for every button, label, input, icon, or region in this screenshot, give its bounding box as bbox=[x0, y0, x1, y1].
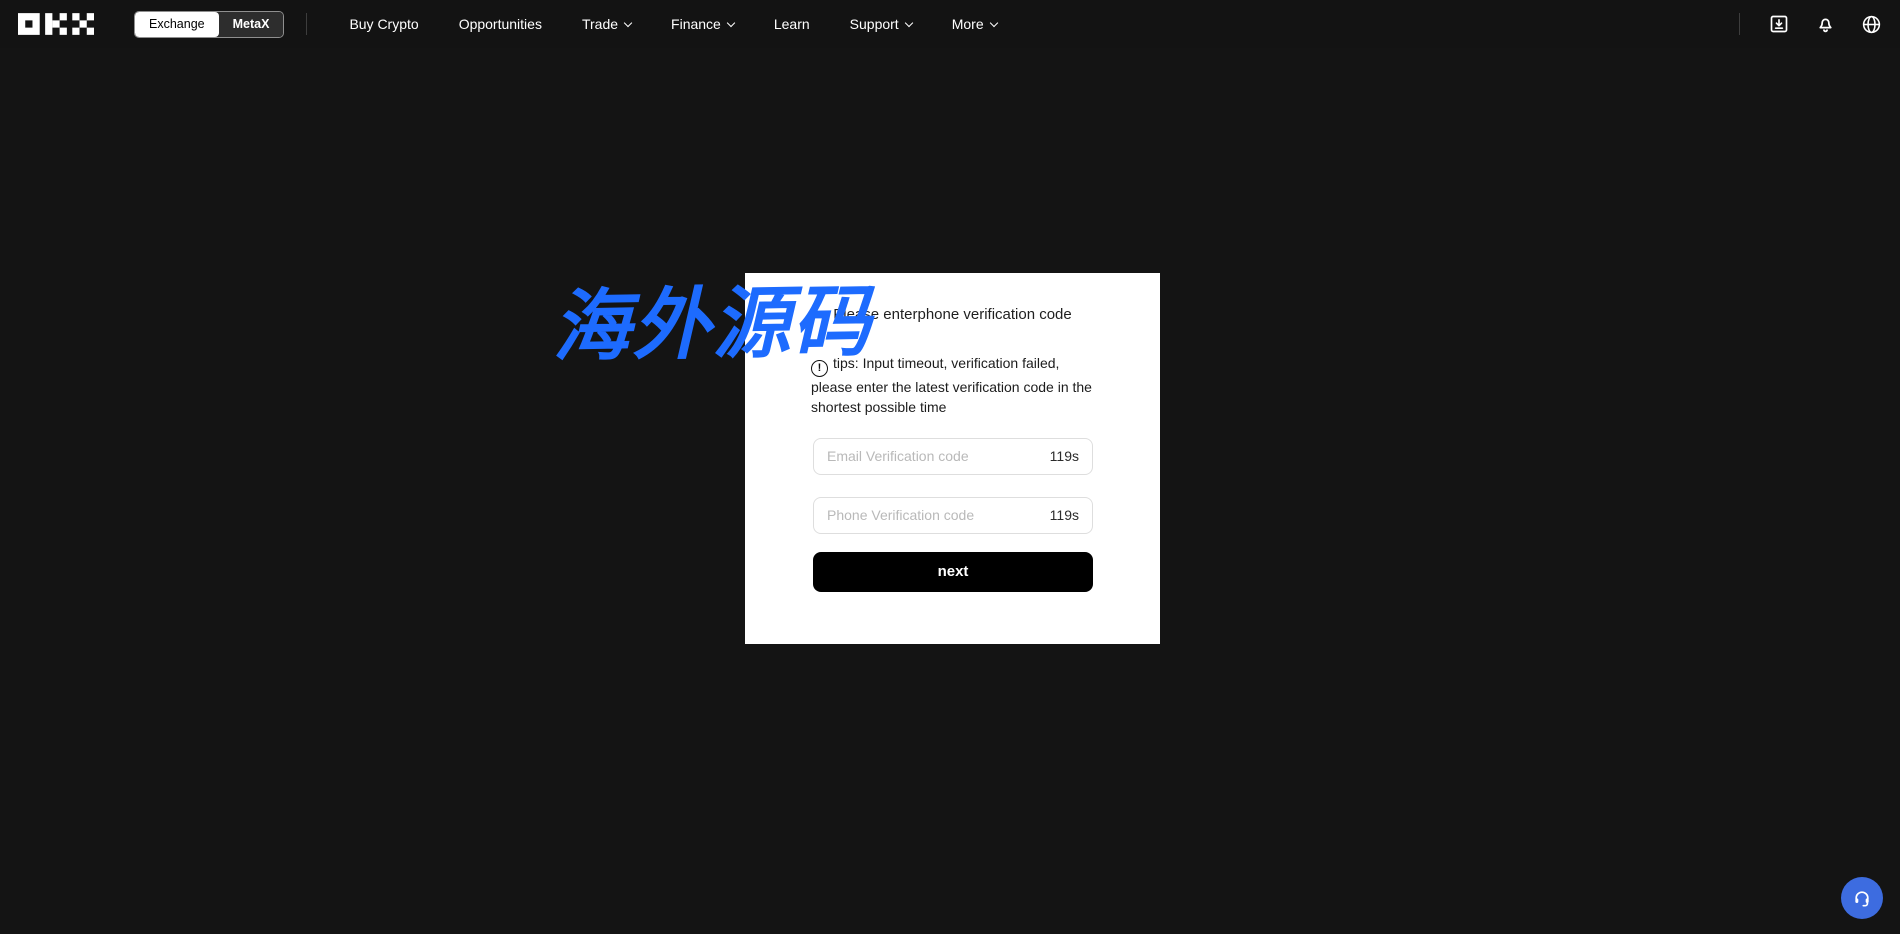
language-button[interactable] bbox=[1860, 13, 1882, 35]
timeout-warning: !tips: Input timeout, verification faile… bbox=[811, 353, 1095, 417]
alert-circle-icon: ! bbox=[811, 360, 828, 377]
okx-logo[interactable] bbox=[18, 13, 94, 35]
phone-code-timer: 119s bbox=[1050, 507, 1079, 523]
nav-label: More bbox=[952, 16, 984, 32]
nav-divider bbox=[1739, 13, 1740, 35]
chevron-down-icon bbox=[989, 18, 997, 26]
nav-item-support[interactable]: Support bbox=[850, 16, 912, 32]
nav-label: Finance bbox=[671, 16, 721, 32]
download-app-button[interactable] bbox=[1768, 13, 1790, 35]
nav-label: Buy Crypto bbox=[349, 16, 418, 32]
email-code-field-wrap: 119s bbox=[813, 438, 1093, 475]
nav-item-trade[interactable]: Trade bbox=[582, 16, 631, 32]
exchange-tab[interactable]: Exchange bbox=[135, 12, 219, 37]
email-code-input[interactable] bbox=[827, 448, 1042, 464]
support-chat-button[interactable] bbox=[1841, 877, 1883, 919]
headset-icon bbox=[1852, 888, 1872, 908]
tips-text: tips: Input timeout, verification failed… bbox=[811, 355, 1092, 415]
chevron-down-icon bbox=[904, 18, 912, 26]
main-nav: Buy Crypto Opportunities Trade Finance L… bbox=[329, 16, 1016, 32]
nav-item-buy-crypto[interactable]: Buy Crypto bbox=[349, 16, 418, 32]
email-code-timer: 119s bbox=[1050, 448, 1079, 464]
bell-icon bbox=[1815, 14, 1836, 35]
chevron-down-icon bbox=[624, 18, 632, 26]
chevron-down-icon bbox=[727, 18, 735, 26]
globe-icon bbox=[1861, 14, 1882, 35]
next-button[interactable]: next bbox=[813, 552, 1093, 592]
exchange-metax-toggle: Exchange MetaX bbox=[134, 11, 284, 38]
nav-label: Learn bbox=[774, 16, 810, 32]
verification-modal: Please enterphone verification code !tip… bbox=[745, 273, 1160, 644]
nav-label: Support bbox=[850, 16, 899, 32]
phone-code-input[interactable] bbox=[827, 507, 1042, 523]
nav-item-learn[interactable]: Learn bbox=[774, 16, 810, 32]
notifications-button[interactable] bbox=[1814, 13, 1836, 35]
nav-divider bbox=[306, 13, 307, 35]
download-icon bbox=[1769, 14, 1789, 34]
nav-item-finance[interactable]: Finance bbox=[671, 16, 734, 32]
modal-title: Please enterphone verification code bbox=[793, 306, 1112, 323]
nav-item-opportunities[interactable]: Opportunities bbox=[459, 16, 542, 32]
nav-label: Opportunities bbox=[459, 16, 542, 32]
metax-tab[interactable]: MetaX bbox=[219, 12, 284, 37]
phone-code-field-wrap: 119s bbox=[813, 497, 1093, 534]
nav-item-more[interactable]: More bbox=[952, 16, 997, 32]
nav-label: Trade bbox=[582, 16, 618, 32]
top-navbar: Exchange MetaX Buy Crypto Opportunities … bbox=[0, 0, 1900, 48]
